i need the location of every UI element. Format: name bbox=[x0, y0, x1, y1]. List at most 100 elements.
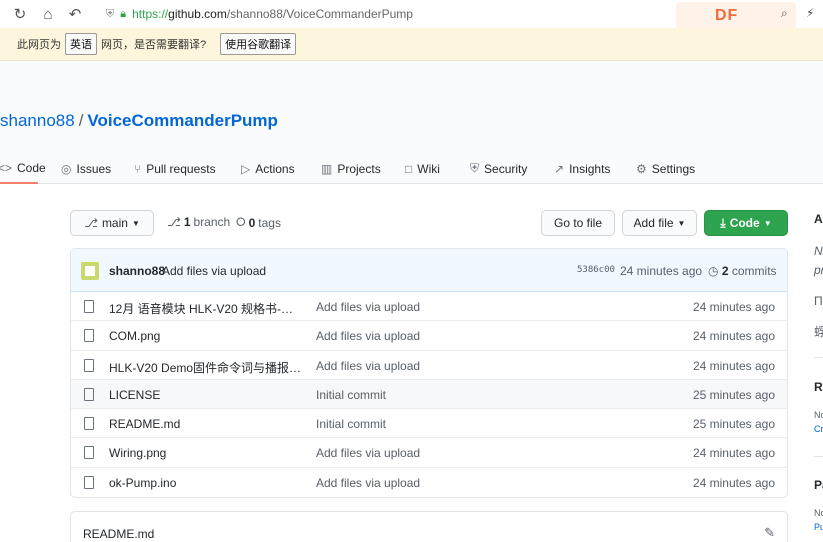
pencil-icon[interactable]: ✎ bbox=[764, 525, 775, 541]
commits-link[interactable]: ◷ 2 commits bbox=[708, 264, 777, 278]
branch-select-button[interactable]: ⎇ main ▼ bbox=[70, 210, 154, 236]
lock-icon: 🔒︎ bbox=[120, 7, 127, 20]
commit-message-link[interactable]: Add files via upload bbox=[162, 264, 266, 278]
file-commit-message[interactable]: Initial commit bbox=[316, 388, 386, 402]
add-file-button[interactable]: Add file ▼ bbox=[622, 210, 697, 236]
url-host: github.com bbox=[168, 7, 227, 21]
tab-pull-requests[interactable]: ⑂ Pull requests bbox=[134, 153, 216, 184]
file-icon bbox=[84, 446, 94, 460]
language-button[interactable]: 英语 bbox=[65, 33, 97, 55]
tab-label: Settings bbox=[651, 161, 696, 176]
branch-label: main bbox=[101, 216, 128, 230]
file-commit-message[interactable]: Add files via upload bbox=[316, 476, 420, 490]
avatar[interactable] bbox=[81, 262, 99, 280]
zoom-icon[interactable]: ⌕ bbox=[781, 6, 788, 21]
repo-name-link[interactable]: VoiceCommanderPump bbox=[87, 111, 278, 130]
code-button[interactable]: ⤓ Code ▼ bbox=[704, 210, 788, 236]
tab-actions[interactable]: ▷ Actions bbox=[241, 153, 295, 184]
latest-commit-row: shanno88 Add files via upload 5386c00 24… bbox=[71, 249, 787, 292]
commit-author-link[interactable]: shanno88 bbox=[109, 264, 165, 278]
url-path: /shanno88/VoiceCommanderPump bbox=[226, 7, 413, 21]
file-commit-message[interactable]: Initial commit bbox=[316, 417, 386, 431]
file-name-link[interactable]: ok-Pump.ino bbox=[109, 476, 304, 490]
tab-wiki[interactable]: □ Wiki bbox=[405, 153, 440, 184]
translate-button[interactable]: 使用谷歌翻译 bbox=[220, 33, 297, 55]
tag-count: 0 bbox=[248, 215, 256, 230]
code-button-label: Code bbox=[729, 216, 760, 230]
extension-logo[interactable]: DF bbox=[715, 7, 738, 25]
go-to-file-button[interactable]: Go to file bbox=[541, 210, 615, 236]
url-scheme: https:// bbox=[132, 7, 169, 21]
repo-header: shanno88/VoiceCommanderPump <> Code ◎ Issu… bbox=[0, 61, 823, 184]
back-icon[interactable]: ↶ bbox=[64, 3, 86, 25]
file-row[interactable]: 12月 语音模块 HLK-V20 规格书-离线... Add files via… bbox=[71, 292, 787, 322]
file-name-link[interactable]: README.md bbox=[109, 417, 304, 431]
tag-icon: ⭘ bbox=[236, 215, 246, 229]
tab-code[interactable]: <> Code bbox=[0, 153, 46, 184]
tags-link[interactable]: ⭘ 0 tags bbox=[236, 215, 281, 230]
file-time: 25 minutes ago bbox=[692, 387, 775, 402]
releases-heading[interactable]: Re bbox=[814, 380, 823, 394]
play-icon: ▷ bbox=[241, 161, 251, 176]
shield-icon: ⛨ bbox=[470, 161, 480, 175]
file-icon bbox=[84, 387, 94, 401]
tab-insights[interactable]: ↗ Insights bbox=[554, 153, 610, 184]
packages-heading[interactable]: Pa bbox=[814, 478, 823, 492]
file-list: shanno88 Add files via upload 5386c00 24… bbox=[70, 248, 788, 498]
file-row[interactable]: COM.png Add files via upload 24 minutes … bbox=[71, 321, 787, 351]
gear-icon: ⚙ bbox=[636, 161, 647, 176]
file-row[interactable]: README.md Initial commit 25 minutes ago bbox=[71, 409, 787, 439]
file-row[interactable]: HLK-V20 Demo固件命令词与播报词 V... Add files via… bbox=[71, 351, 787, 380]
branches-link[interactable]: ⎇ 1 branch bbox=[167, 215, 230, 229]
tab-settings[interactable]: ⚙ Settings bbox=[636, 153, 695, 184]
tab-label: Projects bbox=[337, 161, 381, 176]
add-file-label: Add file bbox=[633, 216, 674, 230]
shield-icon: ⛨ bbox=[106, 7, 115, 20]
file-row[interactable]: Wiring.png Add files via upload 24 minut… bbox=[71, 438, 787, 468]
file-name-link[interactable]: 12月 语音模块 HLK-V20 规格书-离线... bbox=[109, 300, 304, 317]
tab-label: Issues bbox=[76, 161, 112, 176]
file-name-link[interactable]: COM.png bbox=[109, 329, 304, 343]
readme-link[interactable]: Π bbox=[814, 294, 823, 308]
repo-owner-link[interactable]: shanno88 bbox=[0, 111, 75, 130]
caret-down-icon: ▼ bbox=[131, 218, 140, 228]
commit-sha-link[interactable]: 5386c00 bbox=[577, 265, 615, 275]
file-icon bbox=[84, 475, 94, 489]
address-bar[interactable]: ⛨ 🔒︎ https://github.com/shanno88/VoiceCo… bbox=[106, 4, 413, 24]
readme-title: README.md bbox=[83, 527, 155, 541]
file-name-link[interactable]: Wiring.png bbox=[109, 446, 304, 460]
create-release-link[interactable]: Cr bbox=[814, 424, 823, 434]
file-icon bbox=[84, 417, 94, 431]
about-heading: A bbox=[814, 212, 823, 226]
packages-empty-text: No bbox=[814, 508, 823, 518]
tab-label: Insights bbox=[569, 161, 611, 176]
tab-label: Wiki bbox=[417, 161, 440, 176]
bolt-icon[interactable]: ⚡︎ bbox=[806, 6, 814, 20]
tab-issues[interactable]: ◎ Issues bbox=[61, 153, 111, 184]
sidebar-divider bbox=[814, 456, 823, 457]
tab-projects[interactable]: ▥ Projects bbox=[321, 153, 381, 184]
reload-icon[interactable]: ↻ bbox=[9, 3, 31, 25]
code-icon: <> bbox=[0, 160, 13, 175]
file-row[interactable]: LICENSE Initial commit 25 minutes ago bbox=[71, 379, 787, 410]
graph-icon: ↗ bbox=[554, 161, 565, 176]
file-time: 24 minutes ago bbox=[692, 329, 775, 344]
file-name-link[interactable]: LICENSE bbox=[109, 388, 304, 402]
tab-label: Code bbox=[17, 160, 46, 175]
file-row[interactable]: ok-Pump.ino Add files via upload 24 minu… bbox=[71, 468, 787, 497]
file-commit-message[interactable]: Add files via upload bbox=[316, 300, 420, 314]
file-commit-message[interactable]: Add files via upload bbox=[316, 329, 420, 343]
commit-count: 2 bbox=[721, 264, 729, 278]
file-commit-message[interactable]: Add files via upload bbox=[316, 359, 420, 373]
translate-question: 网页，是否需要翻译? bbox=[101, 39, 207, 51]
file-icon bbox=[84, 300, 94, 313]
tab-security[interactable]: ⛨ Security bbox=[470, 153, 527, 184]
book-icon: □ bbox=[405, 161, 413, 176]
publish-package-link[interactable]: Pu bbox=[814, 522, 823, 532]
file-commit-message[interactable]: Add files via upload bbox=[316, 446, 420, 460]
license-link[interactable]: 蜉 bbox=[814, 323, 823, 340]
file-name-link[interactable]: HLK-V20 Demo固件命令词与播报词 V... bbox=[109, 359, 304, 376]
browser-toolbar: ↻ ⌂ ↶ ⛨ 🔒︎ https://github.com/shanno88/V… bbox=[0, 0, 823, 32]
home-icon[interactable]: ⌂ bbox=[37, 3, 59, 25]
about-description: N bbox=[814, 244, 823, 258]
